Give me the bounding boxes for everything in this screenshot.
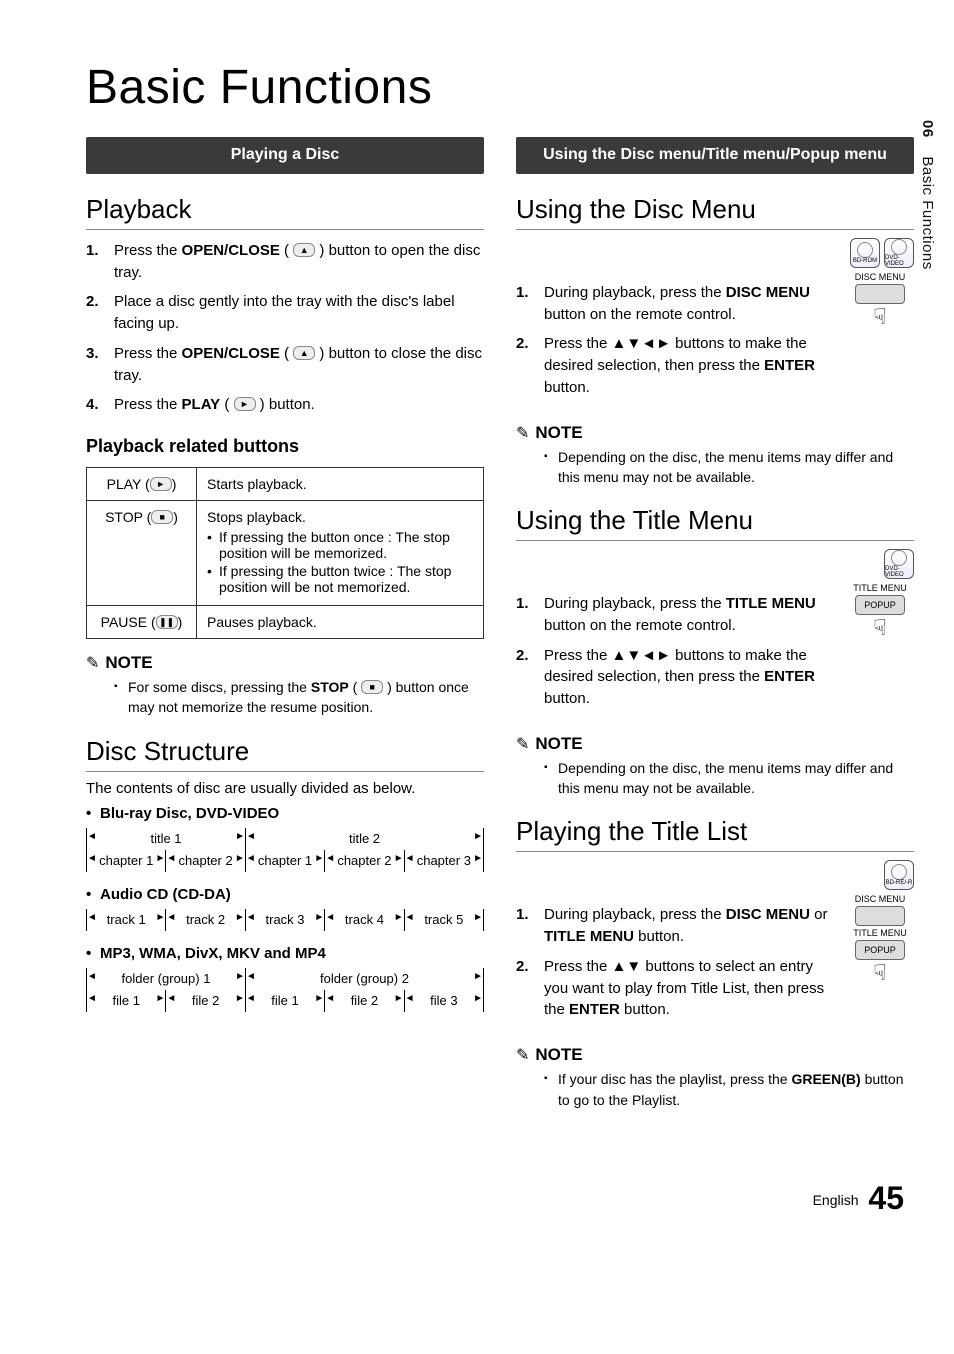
note-icon: ✎	[516, 734, 529, 754]
stop-icon	[151, 510, 173, 524]
bd-re-r-badge: BD-RE/-R	[884, 860, 914, 890]
chapter-number: 06	[919, 120, 936, 138]
hand-icon: ☟	[846, 306, 914, 328]
stop-icon	[361, 680, 383, 694]
cd-structure-diagram: track 1 track 2 track 3 track 4 track 5	[86, 909, 484, 931]
step: Press the PLAY ( ) button.	[86, 394, 484, 416]
pause-icon	[156, 615, 178, 629]
remote-button-icon	[855, 284, 905, 304]
section-using-menus: Using the Disc menu/Title menu/Popup men…	[516, 137, 914, 174]
remote-button-icon: POPUP	[855, 595, 905, 615]
step: Press the OPEN/CLOSE ( ) button to open …	[86, 240, 484, 284]
remote-title-menu: TITLE MENU POPUP ☟	[846, 583, 914, 720]
page-number: 45	[868, 1180, 904, 1216]
play-icon	[234, 397, 256, 411]
note-heading: ✎NOTE	[516, 734, 914, 754]
heading-playback: Playback	[86, 194, 484, 230]
bd-rom-badge: BD-ROM	[850, 238, 880, 268]
hand-icon: ☟	[846, 962, 914, 984]
remote-button-icon: POPUP	[855, 940, 905, 960]
section-playing-disc: Playing a Disc	[86, 137, 484, 174]
dvd-video-badge: DVD-VIDEO	[884, 549, 914, 579]
footer-language: English	[813, 1192, 859, 1208]
remote-button-icon	[855, 906, 905, 926]
hand-icon: ☟	[846, 617, 914, 639]
side-tab: 06 Basic Functions	[919, 120, 936, 270]
bd-structure-diagram: title 1 title 2 chapter 1 chapter 2 chap…	[86, 828, 484, 872]
note-item: Depending on the disc, the menu items ma…	[544, 758, 914, 799]
remote-disc-menu: DISC MENU ☟	[846, 272, 914, 409]
step: Place a disc gently into the tray with t…	[86, 291, 484, 335]
heading-related-buttons: Playback related buttons	[86, 436, 484, 457]
note-icon: ✎	[516, 423, 529, 443]
step: During playback, press the DISC MENU or …	[516, 904, 838, 948]
step: Press the ▲▼ buttons to select an entry …	[516, 956, 838, 1021]
bd-heading: Blu-ray Disc, DVD-VIDEO	[86, 805, 484, 822]
playback-buttons-table: PLAY () Starts playback. STOP () Stops p…	[86, 467, 484, 639]
cd-heading: Audio CD (CD-DA)	[86, 886, 484, 903]
mp-heading: MP3, WMA, DivX, MKV and MP4	[86, 945, 484, 962]
heading-disc-menu: Using the Disc Menu	[516, 194, 914, 230]
heading-title-menu: Using the Title Menu	[516, 505, 914, 541]
note-icon: ✎	[516, 1045, 529, 1065]
note-icon: ✎	[86, 653, 99, 673]
dvd-video-badge: DVD-VIDEO	[884, 238, 914, 268]
note-item: If your disc has the playlist, press the…	[544, 1069, 914, 1110]
heading-title-list: Playing the Title List	[516, 816, 914, 852]
step: Press the ▲▼◄► buttons to make the desir…	[516, 333, 838, 398]
open-close-icon	[293, 346, 315, 360]
step: During playback, press the TITLE MENU bu…	[516, 593, 838, 637]
remote-title-list: DISC MENU TITLE MENU POPUP ☟	[846, 894, 914, 1031]
step: Press the OPEN/CLOSE ( ) button to close…	[86, 343, 484, 387]
note-item: Depending on the disc, the menu items ma…	[544, 447, 914, 488]
open-close-icon	[293, 243, 315, 257]
step: Press the ▲▼◄► buttons to make the desir…	[516, 645, 838, 710]
heading-disc-structure: Disc Structure	[86, 736, 484, 772]
note-heading: ✎NOTE	[516, 1045, 914, 1065]
step: During playback, press the DISC MENU but…	[516, 282, 838, 326]
mp-structure-diagram: folder (group) 1 folder (group) 2 file 1…	[86, 968, 484, 1012]
page-title: Basic Functions	[86, 60, 914, 115]
note-item: For some discs, pressing the STOP ( ) bu…	[114, 677, 484, 718]
playback-steps: Press the OPEN/CLOSE ( ) button to open …	[86, 240, 484, 416]
note-heading: ✎ NOTE	[86, 653, 484, 673]
chapter-label: Basic Functions	[919, 156, 936, 269]
play-icon	[150, 477, 172, 491]
note-heading: ✎NOTE	[516, 423, 914, 443]
struct-intro: The contents of disc are usually divided…	[86, 780, 484, 797]
page-footer: English 45	[86, 1180, 914, 1217]
